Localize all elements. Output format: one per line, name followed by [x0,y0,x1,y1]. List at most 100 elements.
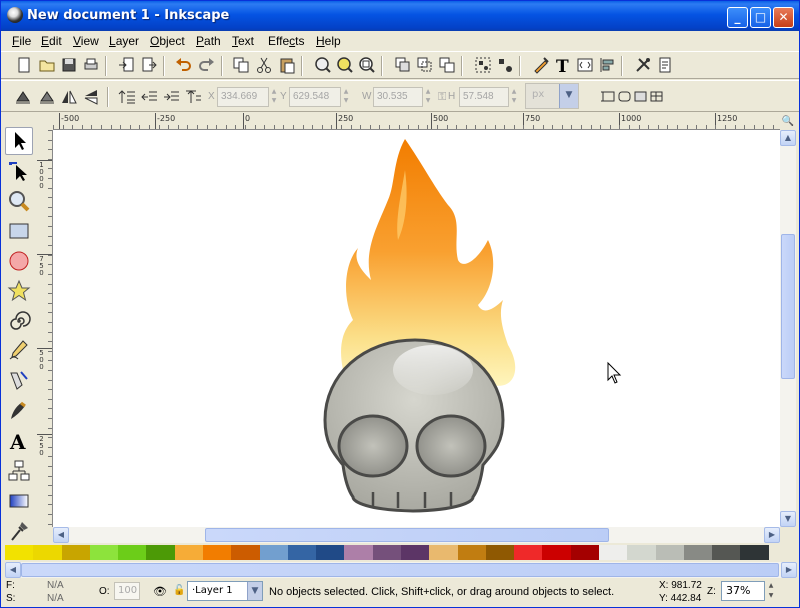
opacity-field[interactable]: 100 [114,582,140,600]
y-field[interactable]: 629.548 [289,87,341,107]
color-swatch[interactable] [5,545,34,560]
color-swatch[interactable] [571,545,600,560]
text-font-icon[interactable]: T [553,55,573,75]
print-icon[interactable] [81,55,101,75]
color-swatch[interactable] [401,545,430,560]
zoom-field[interactable]: 37% [721,581,765,601]
rotate-ccw-icon[interactable] [13,87,33,107]
vertical-scroll-thumb[interactable] [781,234,795,379]
stroke-indicator[interactable]: N/A [47,593,64,604]
text-tool-icon[interactable]: A [5,427,33,455]
fill-indicator[interactable]: N/A [47,580,64,591]
transform-patterns-icon[interactable] [647,87,667,107]
vertical-scrollbar[interactable]: ▲ ▼ [780,130,796,527]
h-spinner[interactable]: ▲ ▼ [509,87,519,107]
layer-dropdown-icon[interactable]: ▼ [247,582,262,600]
menu-text[interactable]: Text [232,34,254,48]
color-swatch[interactable] [429,545,458,560]
flip-vertical-icon[interactable] [81,87,101,107]
color-swatch[interactable] [684,545,713,560]
zoom-selection-icon[interactable] [313,55,333,75]
spiral-tool-icon[interactable] [5,307,33,335]
menu-help[interactable]: Help [316,34,341,48]
lower-to-bottom-icon[interactable] [183,87,203,107]
color-swatch[interactable] [203,545,232,560]
color-swatch[interactable] [627,545,656,560]
title-bar[interactable]: New document 1 - Inkscape _ □ ✕ [1,1,799,31]
color-swatch[interactable] [146,545,175,560]
color-swatch[interactable] [316,545,345,560]
preferences-icon[interactable] [633,55,653,75]
horizontal-scrollbar[interactable]: ◀ ▶ [53,527,780,543]
color-swatch[interactable] [712,545,741,560]
zoom-correction-icon[interactable]: 🔍 [780,113,796,130]
minimize-button[interactable]: _ [727,7,748,28]
document-properties-icon[interactable] [655,55,675,75]
undo-icon[interactable] [173,55,193,75]
color-swatch[interactable] [373,545,402,560]
align-icon[interactable] [597,55,617,75]
copy-icon[interactable] [231,55,251,75]
color-swatch[interactable] [33,545,62,560]
ellipse-tool-icon[interactable] [5,247,33,275]
unlink-clone-icon[interactable] [437,55,457,75]
close-button[interactable]: ✕ [773,7,794,28]
gradient-tool-icon[interactable] [5,487,33,515]
color-swatch[interactable] [231,545,260,560]
palette-scroll-right-icon[interactable]: ▶ [781,562,797,578]
color-swatch[interactable] [486,545,515,560]
color-swatch[interactable] [656,545,685,560]
palette-scroll-thumb[interactable] [21,563,779,577]
horizontal-ruler[interactable]: -500 -250 0 250 500 750 1000 1250 [53,113,780,130]
color-swatch[interactable] [288,545,317,560]
clone-icon[interactable] [415,55,435,75]
fill-stroke-icon[interactable] [531,55,551,75]
menu-object[interactable]: Object [150,34,185,48]
menu-view[interactable]: View [73,34,99,48]
y-spinner[interactable]: ▲ ▼ [341,87,351,107]
zoom-page-icon[interactable] [357,55,377,75]
color-swatch[interactable] [740,545,769,560]
lock-ratio-icon[interactable]: ⚿ [438,91,446,104]
color-swatch[interactable] [90,545,119,560]
menu-layer[interactable]: Layer [109,34,139,48]
zoom-tool-icon[interactable] [5,187,33,215]
color-swatch[interactable] [514,545,543,560]
layer-visibility-icon[interactable]: 👁 [153,585,167,598]
palette-scrollbar[interactable]: ◀ ▶ [5,562,797,578]
scroll-right-icon[interactable]: ▶ [764,527,780,543]
open-icon[interactable] [37,55,57,75]
maximize-button[interactable]: □ [750,7,771,28]
paste-icon[interactable] [277,55,297,75]
redo-icon[interactable] [197,55,217,75]
scroll-left-icon[interactable]: ◀ [53,527,69,543]
duplicate-icon[interactable] [393,55,413,75]
zoom-spinner[interactable]: ▲ ▼ [765,581,777,601]
color-swatch[interactable] [542,545,571,560]
raise-to-top-icon[interactable] [117,87,137,107]
w-field[interactable]: 30.535 [373,87,423,107]
cut-icon[interactable] [254,55,274,75]
pencil-tool-icon[interactable] [5,337,33,365]
star-tool-icon[interactable] [5,277,33,305]
menu-edit[interactable]: Edit [41,34,62,48]
rotate-cw-icon[interactable] [37,87,57,107]
color-swatch[interactable] [599,545,628,560]
inkscape-logo-icon[interactable] [7,7,23,23]
color-swatch[interactable] [458,545,487,560]
node-tool-icon[interactable] [5,157,33,185]
x-field[interactable]: 334.669 [217,87,269,107]
save-icon[interactable] [59,55,79,75]
group-icon[interactable] [473,55,493,75]
units-dropdown-icon[interactable]: ▼ [559,84,578,108]
ungroup-icon[interactable] [495,55,515,75]
color-swatch[interactable] [62,545,91,560]
color-swatch[interactable] [344,545,373,560]
menu-path[interactable]: Path [196,34,221,48]
flip-horizontal-icon[interactable] [59,87,79,107]
menu-file[interactable]: File [12,34,31,48]
layer-lock-icon[interactable]: 🔓 [173,585,185,596]
burning-skull-drawing[interactable] [53,130,780,527]
new-icon[interactable] [14,55,34,75]
dropper-tool-icon[interactable] [5,517,33,545]
